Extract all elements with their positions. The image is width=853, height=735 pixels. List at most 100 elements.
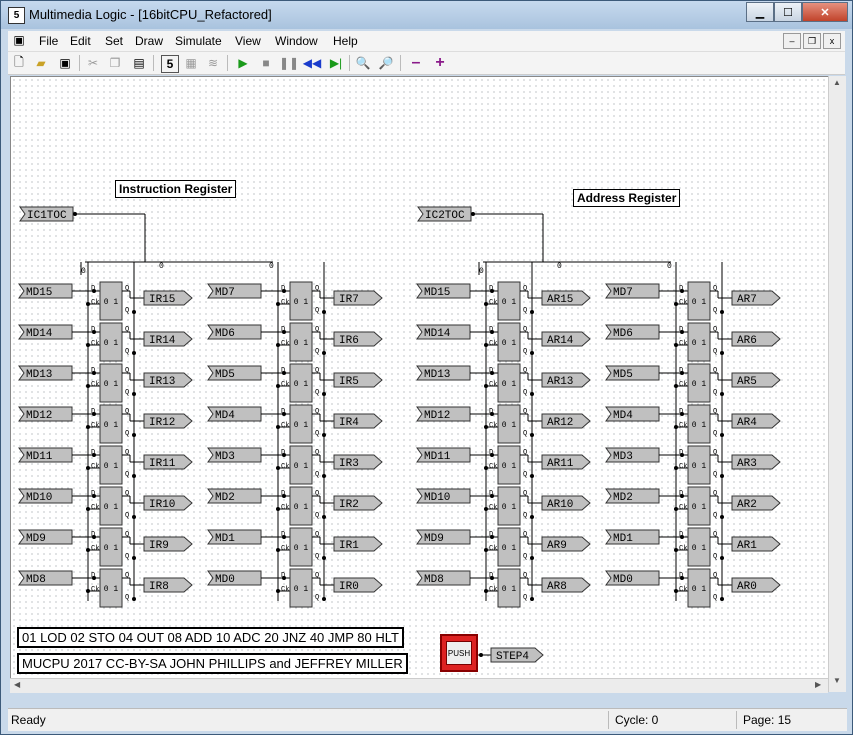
ar-ff-5-d: D [489,490,493,498]
ar-out-ar12-label: AR12 [547,417,573,429]
save-icon[interactable]: ▣ [57,55,73,71]
ir-ff-6-q: Q [125,531,129,539]
doc-icon[interactable]: ▣ [11,32,27,48]
ir-out-ir8-label: IR8 [149,581,169,593]
ir-ff-1-state: 0 1 [104,339,119,348]
step-mode-icon[interactable]: ≋ [205,55,221,71]
ar-ff-6-ck: Ck [489,545,497,553]
edit-mode-icon[interactable]: 5 [161,55,179,73]
ar-ff-1-state: 0 1 [692,339,707,348]
ar-in-md12-label: MD12 [424,410,450,422]
copy-icon[interactable]: ❐ [107,55,123,71]
ar-in-md3-label: MD3 [613,451,633,463]
ir-in-md1-label: MD1 [215,533,235,545]
ir-ff-3-d: D [91,408,95,416]
ar-ff-4-ck: Ck [679,463,687,471]
ir-ff-3-q: Q [125,408,129,416]
ir-ff-7-q: Q [315,572,319,580]
ir-ff-1-nq: Q [125,348,129,356]
menu-window[interactable]: Window [275,34,318,48]
ir-ff-0-q: Q [315,285,319,293]
zoom-out-icon[interactable]: 🔍 [355,55,371,71]
maximize-button[interactable]: ☐ [774,2,802,22]
ir-ff-7-nq: Q [125,594,129,602]
ir-out-ir9-label: IR9 [149,540,169,552]
close-button[interactable]: ✕ [802,2,848,22]
ir-ff-0-nq: Q [315,307,319,315]
cut-icon[interactable]: ✂ [85,55,101,71]
ir-in-md2-label: MD2 [215,492,235,504]
vertical-scrollbar[interactable]: ▲ ▼ [828,76,846,692]
ar-ff-7-state: 0 1 [502,585,517,594]
zoom-in-icon[interactable]: 🔎 [378,55,394,71]
ar-ff-5-nq: Q [523,512,527,520]
ir-ff-1-ck: Ck [281,340,289,348]
ar-ff-3-nq: Q [523,430,527,438]
new-icon[interactable]: 🗋 [11,55,27,71]
ar-out-ar15-label: AR15 [547,294,573,306]
ar-ff-7-q: Q [523,572,527,580]
menu-set[interactable]: Set [105,34,123,48]
ir-ff-4-state: 0 1 [294,462,309,471]
ir-ff-6-state: 0 1 [294,544,309,553]
mdi-close-button[interactable]: x [823,33,841,49]
menu-simulate[interactable]: Simulate [175,34,222,48]
ir-ff-3-ck: Ck [281,422,289,430]
minus-icon[interactable]: – [408,54,424,71]
minimize-button[interactable]: ▁ [746,2,774,22]
ar-ff-0-ck: Ck [679,299,687,307]
ar-ff-4-nq: Q [713,471,717,479]
simulate-mode-icon[interactable]: ▦ [183,55,199,71]
ir-ff-1-d: D [281,326,285,334]
mdi-restore-button[interactable]: ❐ [803,33,821,49]
ir-in-md0-label: MD0 [215,574,235,586]
push-button[interactable]: PUSH [440,634,478,672]
scroll-left-icon[interactable]: ◀ [14,680,20,689]
pause-icon[interactable]: ❚❚ [279,55,299,71]
ar-ff-0-d: D [489,285,493,293]
plus-icon[interactable]: + [432,54,448,71]
run-icon[interactable]: ▶ [235,55,251,71]
scroll-right-icon[interactable]: ▶ [815,680,821,689]
ir-ff-6-ck: Ck [91,545,99,553]
rewind-icon[interactable]: ◀◀ [303,55,321,71]
title-bar[interactable]: 5 Multimedia Logic - [16bitCPU_Refactore… [1,1,852,29]
scroll-up-icon[interactable]: ▲ [833,78,841,87]
scroll-down-icon[interactable]: ▼ [833,676,841,685]
ar-ff-7-nq: Q [713,594,717,602]
ar-ff-4-state: 0 1 [502,462,517,471]
ar-clock-label: IC2TOC [425,210,465,222]
open-icon[interactable]: ▰ [33,55,49,71]
circuit-canvas[interactable]: Instruction Register Address Register IC… [10,76,830,680]
ir-ff-5-state: 0 1 [294,503,309,512]
ir-ff-5-d: D [281,490,285,498]
ar-ff-4-q: Q [523,449,527,457]
ar-ff-6-ck: Ck [679,545,687,553]
ar-in-md5-label: MD5 [613,369,633,381]
ar-out-ar4-label: AR4 [737,417,757,429]
ar-ff-6-d: D [679,531,683,539]
menu-help[interactable]: Help [333,34,358,48]
ir-ff-3-nq: Q [315,430,319,438]
paste-icon[interactable]: ▤ [131,55,147,71]
horizontal-scrollbar[interactable]: ◀ ▶ [10,678,828,693]
menu-edit[interactable]: Edit [70,34,91,48]
ar-ff-4-q: Q [713,449,717,457]
menu-draw[interactable]: Draw [135,34,163,48]
stop-icon[interactable]: ■ [258,55,274,71]
mdi-minimize-button[interactable]: – [783,33,801,49]
ar-in-md1-label: MD1 [613,533,633,545]
menu-bar: ▣ File Edit Set Draw Simulate View Windo… [8,31,845,52]
ir-ff-2-d: D [281,367,285,375]
menu-view[interactable]: View [235,34,261,48]
ir-ff-1-ck: Ck [91,340,99,348]
ir-ff-5-q: Q [315,490,319,498]
ir-ff-7-q: Q [125,572,129,580]
menu-file[interactable]: File [39,34,58,48]
ar-ff-5-state: 0 1 [692,503,707,512]
ir-ff-6-d: D [281,531,285,539]
ar-ff-7-ck: Ck [489,586,497,594]
ar-ff-3-q: Q [523,408,527,416]
step-icon[interactable]: ▶| [328,55,344,71]
ir-ff-7-d: D [281,572,285,580]
